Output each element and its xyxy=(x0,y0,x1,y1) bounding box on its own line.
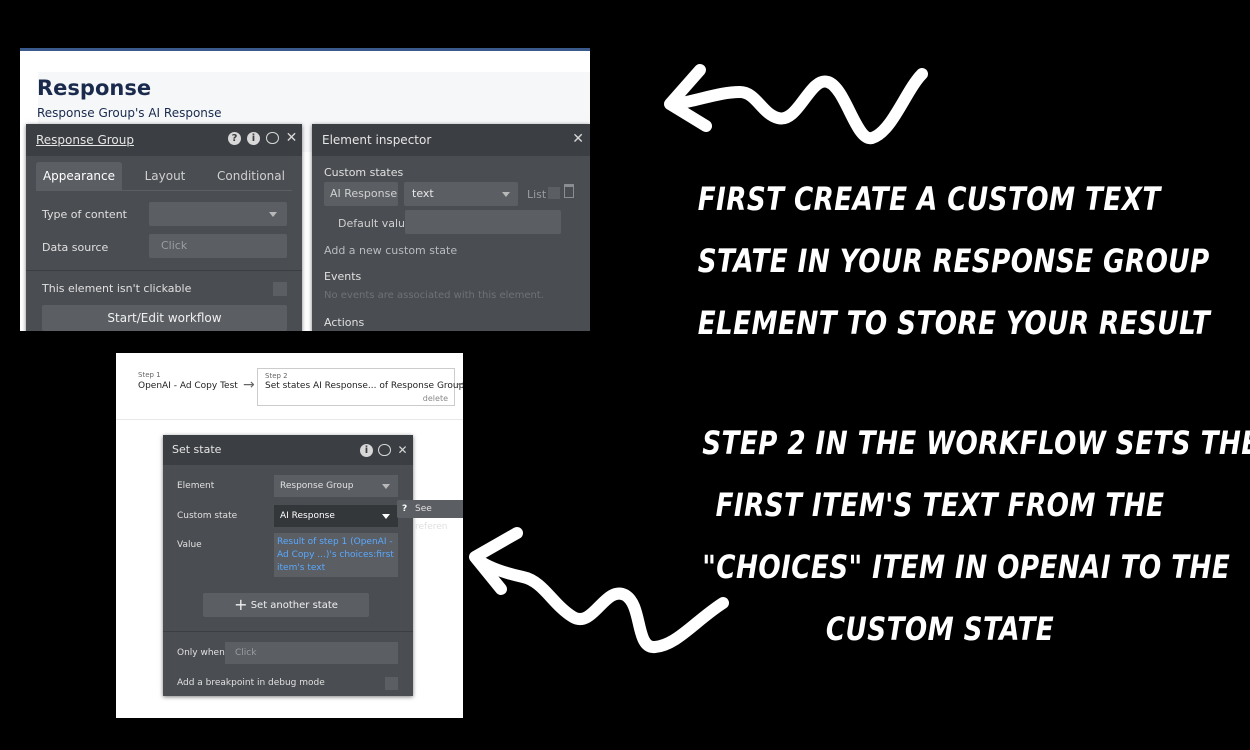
set-state-panel: Set state i ✕ Element Response Group Cus… xyxy=(163,435,413,696)
custom-state-label: Custom state xyxy=(177,511,238,521)
close-icon[interactable]: ✕ xyxy=(396,444,409,457)
annotation-step-2: Step 2 in the workflow sets the first it… xyxy=(702,412,1250,660)
step2-number: Step 2 xyxy=(265,372,288,380)
state-name-field[interactable]: AI Response xyxy=(324,182,398,206)
type-of-content-label: Type of content xyxy=(42,208,127,221)
info-icon[interactable]: i xyxy=(360,444,373,457)
see-reference-tooltip[interactable]: ? See referen xyxy=(397,500,463,532)
close-icon[interactable]: ✕ xyxy=(572,131,584,147)
events-label: Events xyxy=(324,270,362,283)
events-empty-text: No events are associated with this eleme… xyxy=(324,290,544,301)
state-type-dropdown[interactable]: text xyxy=(404,182,518,206)
trash-icon[interactable] xyxy=(564,184,574,198)
list-label: List xyxy=(527,188,547,201)
element-value: Response Group xyxy=(280,481,354,491)
help-icon[interactable]: ? xyxy=(228,132,241,145)
squiggle-arrow-icon xyxy=(664,64,928,144)
comment-icon[interactable] xyxy=(378,444,391,456)
screenshot-workflow-set-state: Step 1 OpenAI - Ad Copy Test → Step 2 Se… xyxy=(116,353,463,718)
response-title: Response xyxy=(37,76,152,100)
breakpoint-checkbox[interactable] xyxy=(385,677,398,690)
inspector-title: Element inspector xyxy=(322,133,432,147)
value-expression[interactable]: Result of step 1 (OpenAI - Ad Copy ...)'… xyxy=(274,533,398,577)
screenshot-element-inspector: Response Response Group's AI Response Re… xyxy=(20,48,590,331)
only-when-label: Only when xyxy=(177,648,225,658)
workflow-bar: Step 1 OpenAI - Ad Copy Test → Step 2 Se… xyxy=(116,353,463,420)
step1-name[interactable]: OpenAI - Ad Copy Test xyxy=(138,381,238,391)
close-icon[interactable]: ✕ xyxy=(285,131,298,145)
tab-bar: Appearance Layout Conditional xyxy=(36,162,294,190)
state-type-value: text xyxy=(412,187,434,200)
default-value-label: Default value xyxy=(338,217,412,230)
custom-states-label: Custom states xyxy=(324,166,404,179)
tooltip-text: See referen xyxy=(415,504,448,532)
chevron-down-icon xyxy=(502,192,510,197)
start-edit-workflow-button[interactable]: Start/Edit workflow xyxy=(42,305,287,331)
annotation-line: Step 2 in the workflow sets the xyxy=(702,424,1250,462)
set-state-header: Set state i ✕ xyxy=(163,435,413,465)
annotation-line: custom state xyxy=(825,610,1055,648)
custom-state-dropdown[interactable]: AI Response xyxy=(274,505,398,527)
set-another-state-button[interactable]: + Set another state xyxy=(203,593,369,617)
arrow-right-icon: → xyxy=(456,377,463,391)
tab-layout[interactable]: Layout xyxy=(122,162,208,190)
element-label: Element xyxy=(177,481,215,491)
actions-label: Actions xyxy=(324,316,365,329)
arrow-right-icon: → xyxy=(243,377,255,393)
panel-header: Response Group ? i ✕ xyxy=(26,124,302,156)
info-icon[interactable]: i xyxy=(247,132,260,145)
top-border xyxy=(20,48,590,51)
value-label: Value xyxy=(177,540,202,550)
panel-title[interactable]: Response Group xyxy=(36,133,134,147)
custom-state-value: AI Response xyxy=(280,511,335,521)
type-of-content-dropdown[interactable] xyxy=(149,202,287,226)
data-source-input[interactable]: Click xyxy=(149,234,287,258)
annotation-line: state in your response group xyxy=(697,242,1210,280)
delete-link[interactable]: delete xyxy=(423,394,448,403)
chevron-down-icon xyxy=(269,212,277,217)
tab-appearance[interactable]: Appearance xyxy=(36,162,122,190)
add-custom-state-link[interactable]: Add a new custom state xyxy=(324,244,457,257)
divider xyxy=(26,270,302,271)
property-editor-panel: Response Group ? i ✕ Appearance Layout C… xyxy=(26,124,302,331)
default-value-input[interactable] xyxy=(405,210,561,234)
tab-conditional[interactable]: Conditional xyxy=(208,162,294,190)
breakpoint-label: Add a breakpoint in debug mode xyxy=(177,678,325,688)
data-source-label: Data source xyxy=(42,241,109,254)
question-icon: ? xyxy=(402,504,408,514)
element-inspector-panel: Element inspector ✕ Custom states AI Res… xyxy=(312,124,590,331)
not-clickable-label: This element isn't clickable xyxy=(42,282,192,295)
annotation-line: First create a custom text xyxy=(697,180,1161,218)
plus-icon: + xyxy=(234,595,248,614)
comment-icon[interactable] xyxy=(266,132,279,144)
divider xyxy=(163,631,413,632)
annotation-step-1: First create a custom text state in your… xyxy=(697,168,1211,354)
element-dropdown[interactable]: Response Group xyxy=(274,475,398,497)
set-another-state-label: Set another state xyxy=(250,600,338,611)
step2-name: Set states AI Response... of Response Gr… xyxy=(265,381,463,391)
annotation-line: "choices" item in OpenAI to the xyxy=(702,548,1231,586)
chevron-down-icon xyxy=(382,514,390,519)
not-clickable-checkbox[interactable] xyxy=(273,282,287,296)
response-subtitle: Response Group's AI Response xyxy=(37,106,222,120)
only-when-input[interactable]: Click xyxy=(225,642,398,664)
step1-number: Step 1 xyxy=(138,371,161,379)
annotation-line: first item's text from the xyxy=(715,486,1165,524)
set-state-title: Set state xyxy=(172,443,222,456)
step2-box[interactable]: Step 2 Set states AI Response... of Resp… xyxy=(257,368,463,406)
annotation-line: element to store your result xyxy=(697,304,1211,342)
squiggle-arrow-icon xyxy=(469,527,729,653)
list-checkbox[interactable] xyxy=(548,187,560,199)
chevron-down-icon xyxy=(382,484,390,489)
inspector-header: Element inspector ✕ xyxy=(312,124,590,156)
tab-divider xyxy=(36,190,292,191)
